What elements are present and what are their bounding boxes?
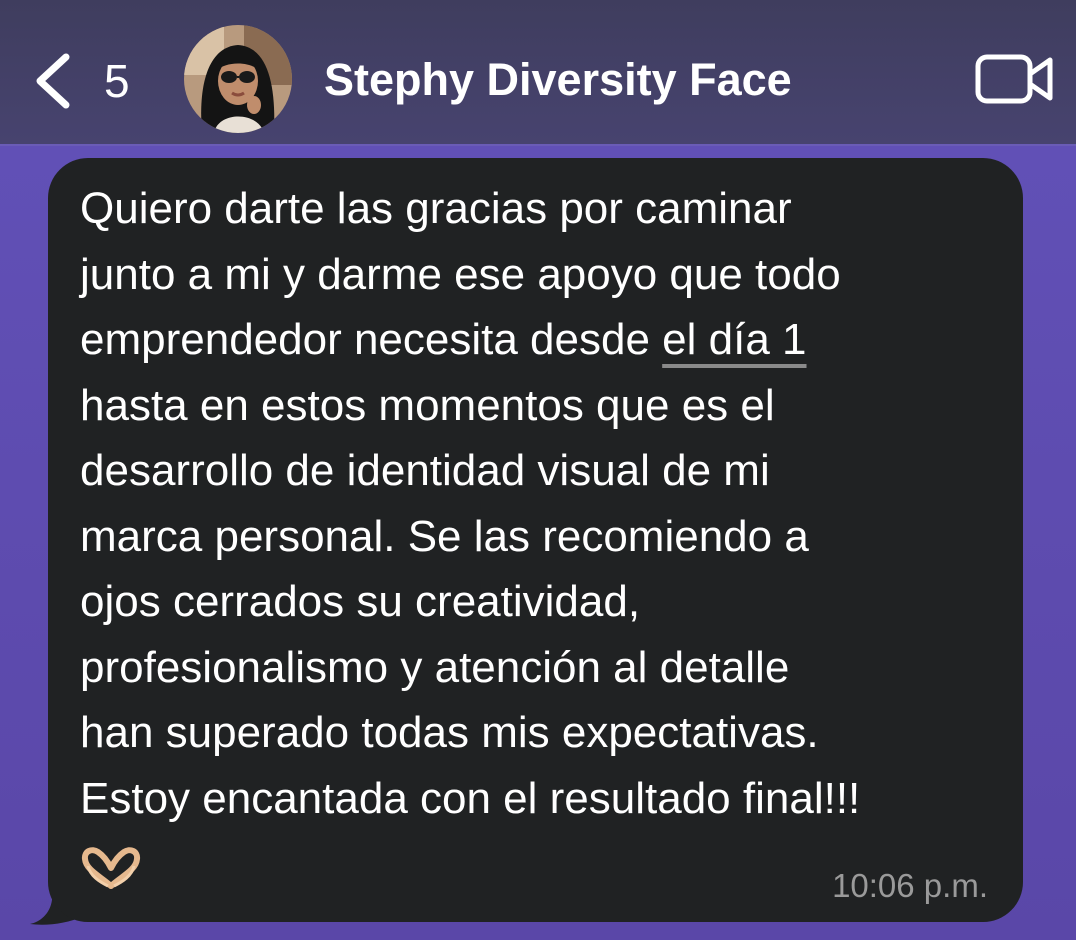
contact-name[interactable]: Stephy Diversity Face: [324, 52, 792, 108]
message-rest: hasta en estos momentos que es el desarr…: [80, 380, 861, 823]
video-camera-icon: [975, 54, 1053, 104]
chat-header: 5 Stephy Diversity Face: [0, 0, 1076, 146]
back-button[interactable]: 5: [30, 44, 150, 118]
message-line-3: emprendedor necesita desde: [80, 315, 663, 364]
heart-hands-emoji: [81, 847, 141, 889]
avatar-image: [184, 25, 292, 133]
date-link[interactable]: el día 1: [662, 315, 806, 364]
message-timestamp: 10:06 p.m.: [832, 867, 988, 904]
message-line-2: junto a mi y darme ese apoyo que todo: [80, 249, 841, 299]
chevron-left-icon: [36, 53, 70, 109]
message-line-1: Quiero darte las gracias por caminar: [80, 184, 792, 233]
avatar[interactable]: [184, 25, 292, 133]
unread-count: 5: [104, 55, 130, 107]
video-call-button[interactable]: [972, 52, 1056, 108]
message-text: Quiero darte las gracias por caminar jun…: [80, 176, 1005, 831]
